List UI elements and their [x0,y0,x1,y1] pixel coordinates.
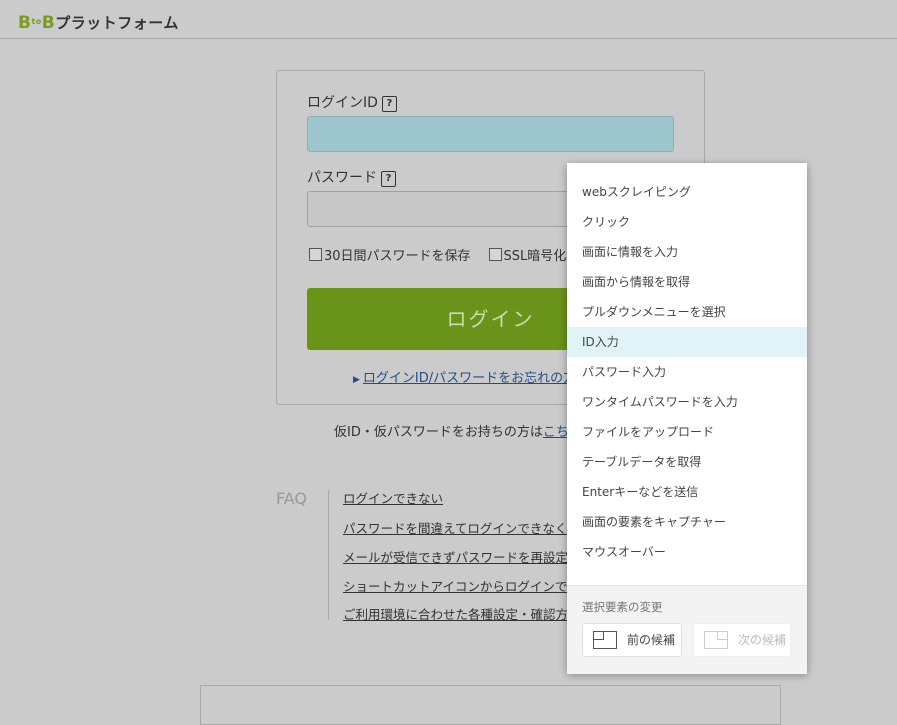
faq-link[interactable]: パスワードを間違えてログインできなくな [343,521,580,536]
prev-candidate-label: 前の候補 [627,633,676,647]
remember-checkbox[interactable]: 30日間パスワードを保存 [309,245,471,264]
ssl-checkbox[interactable]: SSL暗号化 [488,245,567,264]
faq-link[interactable]: ご利用環境に合わせた各種設定・確認方法 [343,607,581,622]
menu-item-id-input[interactable]: ID入力 [567,327,807,357]
next-candidate-button[interactable]: 次の候補 [693,623,791,657]
remember-label: 30日間パスワードを保存 [324,249,471,264]
faq-link[interactable]: ショートカットアイコンからログインでき [343,579,580,594]
temp-credentials-label: 仮ID・仮パスワードをお持ちの方は [334,425,543,440]
menu-item-click[interactable]: クリック [567,207,807,237]
ssl-label: SSL暗号化 [503,249,567,264]
forgot-credentials-link[interactable]: ログインID/パスワードをお忘れの方 [363,371,576,386]
next-candidate-label: 次の候補 [738,633,787,647]
menu-item-select-dropdown[interactable]: プルダウンメニューを選択 [567,297,807,327]
logo-to-text: to [31,17,42,26]
menu-item-input-info[interactable]: 画面に情報を入力 [567,237,807,267]
logo-text: プラットフォーム [55,14,179,32]
checkbox-icon [309,248,322,261]
menu-item-send-key[interactable]: Enterキーなどを送信 [567,477,807,507]
prev-candidate-button[interactable]: 前の候補 [582,623,682,657]
help-icon[interactable]: ? [381,171,396,187]
password-label-text: パスワード [307,170,377,186]
context-menu: webスクレイピング クリック 画面に情報を入力 画面から情報を取得 プルダウン… [567,163,807,674]
checkbox-icon [488,248,502,261]
help-icon[interactable]: ? [381,96,397,112]
menu-item-mouseover[interactable]: マウスオーバー [567,537,807,567]
temp-credentials-link[interactable]: こち [543,425,569,440]
password-label: パスワード? [307,167,396,188]
menu-item-file-upload[interactable]: ファイルをアップロード [567,417,807,447]
prev-candidate-icon [593,631,617,649]
brand-logo[interactable]: BtoBプラットフォーム [18,12,179,33]
temp-credentials-text: 仮ID・仮パスワードをお持ちの方はこち [334,421,569,440]
forgot-credentials: ▶ ログインID/パスワードをお忘れの方 [353,367,576,386]
menu-item-get-table[interactable]: テーブルデータを取得 [567,447,807,477]
logo-b-letter-2: B [41,13,56,33]
login-id-label: ログインID? [307,92,397,113]
menu-item-otp-input[interactable]: ワンタイムパスワードを入力 [567,387,807,417]
top-header: BtoBプラットフォーム [0,0,897,39]
triangle-right-icon: ▶ [353,375,360,385]
login-id-label-text: ログインID [307,95,378,111]
menu-item-password-input[interactable]: パスワード入力 [567,357,807,387]
logo-b-letter: B [18,13,32,33]
faq-divider [328,490,329,620]
bottom-panel [200,685,781,725]
faq-link[interactable]: ログインできない [343,491,443,506]
faq-link[interactable]: メールが受信できずパスワードを再設定で [343,550,581,565]
menu-item-capture[interactable]: 画面の要素をキャプチャー [567,507,807,537]
menu-item-web-scraping[interactable]: webスクレイピング [567,177,807,207]
selection-change-label: 選択要素の変更 [582,600,663,614]
menu-item-get-info[interactable]: 画面から情報を取得 [567,267,807,297]
next-candidate-icon [704,631,728,649]
login-id-input[interactable] [307,116,674,152]
faq-title: FAQ [276,489,307,508]
checkbox-row: 30日間パスワードを保存 SSL暗号化 [309,245,566,264]
menu-footer: 選択要素の変更 前の候補 次の候補 [567,585,807,674]
